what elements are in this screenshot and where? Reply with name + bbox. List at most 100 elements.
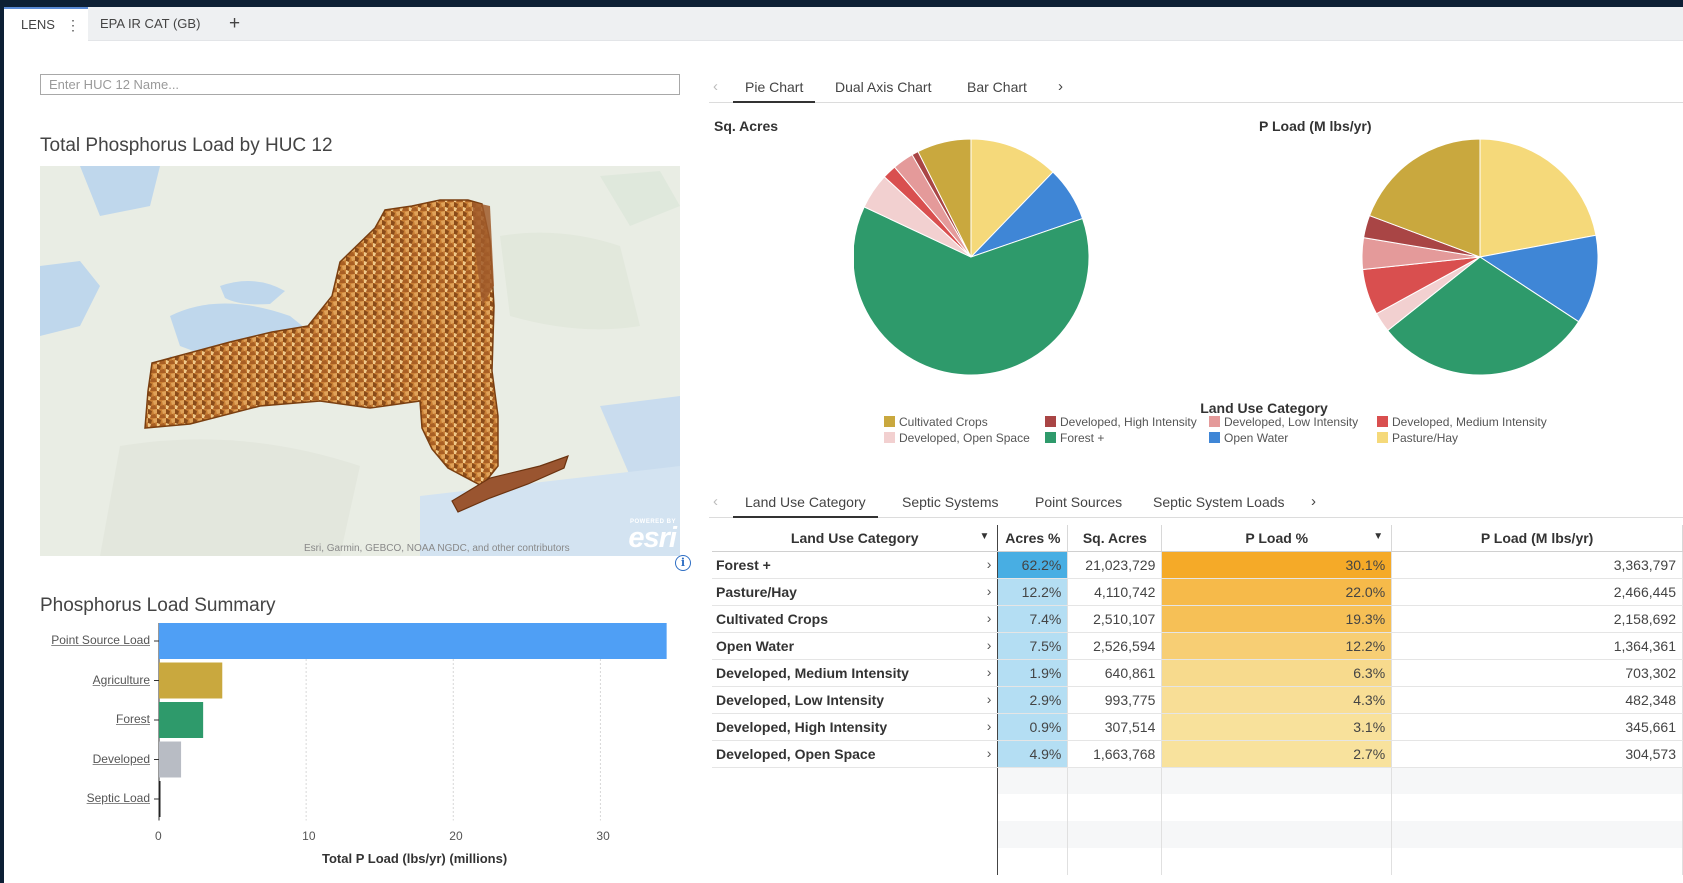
phosphorus-load-bar-chart: Point Source Load Agriculture Forest Develo… <box>40 621 680 883</box>
cell-land-use-category[interactable]: Open Water › <box>712 632 999 660</box>
tab-land-use-category[interactable]: Land Use Category <box>733 488 878 518</box>
cell-land-use-category[interactable]: Forest + › <box>712 551 999 579</box>
table-row[interactable]: Developed, Medium Intensity › 1.9% 640,861 6… <box>712 659 1683 687</box>
pie-charts[interactable] <box>854 132 1674 394</box>
legend-swatch <box>1377 416 1388 427</box>
chart-tabs-next-icon[interactable]: › <box>1058 73 1063 101</box>
bar-category-label[interactable]: Agriculture <box>93 673 150 687</box>
col-header-pload[interactable]: P Load (M lbs/yr) <box>1391 525 1683 552</box>
tab-dual-axis-chart[interactable]: Dual Axis Chart <box>835 73 931 103</box>
chevron-right-icon[interactable]: › <box>987 664 992 680</box>
add-page-icon[interactable]: + <box>229 7 240 41</box>
table-row[interactable]: Forest + › 62.2% 21,023,729 30.1% 3,363,797 <box>712 551 1683 579</box>
legend-item[interactable]: Pasture/Hay <box>1377 431 1458 445</box>
cell-land-use-category[interactable]: Developed, Medium Intensity › <box>712 659 999 687</box>
cell-acres-pct: 2.9% <box>997 686 1069 714</box>
cell-sq-acres: 307,514 <box>1067 713 1163 741</box>
cell-pload-pct: 22.0% <box>1161 578 1393 606</box>
legend-swatch <box>884 416 895 427</box>
cell-pload-pct: 4.3% <box>1161 686 1393 714</box>
col-header-pload-pct[interactable]: P Load % ▼ <box>1161 525 1393 552</box>
legend-item[interactable]: Developed, Medium Intensity <box>1377 415 1547 429</box>
cell-pload: 703,302 <box>1391 659 1683 687</box>
table-row[interactable]: Cultivated Crops › 7.4% 2,510,107 19.3% 2,158… <box>712 605 1683 633</box>
table-row[interactable]: Developed, Open Space › 4.9% 1,663,768 2.7% 3… <box>712 740 1683 768</box>
chevron-right-icon[interactable]: › <box>987 691 992 707</box>
legend-item[interactable]: Developed, High Intensity <box>1045 415 1197 429</box>
bar-category-label[interactable]: Forest <box>116 712 150 726</box>
cell-pload: 482,348 <box>1391 686 1683 714</box>
empty-cell <box>712 848 999 875</box>
cell-sq-acres: 4,110,742 <box>1067 578 1163 606</box>
map-canvas[interactable] <box>40 166 680 556</box>
bar-category-label[interactable]: Developed <box>93 752 150 766</box>
cell-pload-pct: 12.2% <box>1161 632 1393 660</box>
bar-category-label[interactable]: Point Source Load <box>51 633 150 647</box>
chart-tab-bar: ‹ Pie Chart Dual Axis Chart Bar Chart › <box>709 73 1683 103</box>
tab-pie-chart[interactable]: Pie Chart <box>733 73 816 103</box>
data-tabs-next-icon[interactable]: › <box>1311 488 1316 516</box>
empty-cell <box>1391 794 1683 821</box>
tab-septic-system-loads[interactable]: Septic System Loads <box>1153 488 1285 518</box>
bar[interactable] <box>159 623 667 659</box>
chevron-right-icon[interactable]: › <box>987 610 992 626</box>
page-tab-strip: LENS ⋮ EPA IR CAT (GB) + <box>4 7 1683 41</box>
chevron-right-icon[interactable]: › <box>987 583 992 599</box>
category-label: Pasture/Hay <box>716 583 797 600</box>
bar[interactable] <box>159 702 204 738</box>
cell-land-use-category[interactable]: Developed, High Intensity › <box>712 713 999 741</box>
page-tab-epa-ir-cat[interactable]: EPA IR CAT (GB) <box>100 7 200 41</box>
cell-pload-pct: 19.3% <box>1161 605 1393 633</box>
cell-sq-acres: 2,510,107 <box>1067 605 1163 633</box>
cell-land-use-category[interactable]: Pasture/Hay › <box>712 578 999 606</box>
cell-land-use-category[interactable]: Cultivated Crops › <box>712 605 999 633</box>
table-row[interactable]: Developed, High Intensity › 0.9% 307,514 3.1… <box>712 713 1683 741</box>
tab-point-sources[interactable]: Point Sources <box>1035 488 1122 518</box>
huc12-search-input[interactable] <box>40 74 680 95</box>
legend-item[interactable]: Open Water <box>1209 431 1288 445</box>
bar[interactable] <box>159 781 161 817</box>
table-row[interactable]: Pasture/Hay › 12.2% 4,110,742 22.0% 2,466,445 <box>712 578 1683 606</box>
esri-logo[interactable]: POWERED BY esri <box>628 519 677 554</box>
col-header-land-use-category[interactable]: Land Use Category ▼ <box>712 525 999 552</box>
cell-sq-acres: 1,663,768 <box>1067 740 1163 768</box>
info-icon[interactable]: i <box>675 555 691 571</box>
col-header-land-use-category-label: Land Use Category <box>790 529 919 546</box>
table-row[interactable]: Open Water › 7.5% 2,526,594 12.2% 1,364,361 <box>712 632 1683 660</box>
empty-cell <box>1161 767 1393 794</box>
cell-pload: 2,466,445 <box>1391 578 1683 606</box>
chart-tabs-prev-icon[interactable]: ‹ <box>713 73 718 101</box>
sort-down-icon[interactable]: ▼ <box>1373 531 1383 542</box>
sort-down-icon[interactable]: ▼ <box>980 531 990 542</box>
more-options-icon[interactable]: ⋮ <box>66 9 80 41</box>
bar[interactable] <box>159 741 182 778</box>
bar[interactable] <box>159 662 223 699</box>
col-header-sq-acres[interactable]: Sq. Acres <box>1067 525 1163 552</box>
data-tabs-prev-icon[interactable]: ‹ <box>713 488 718 516</box>
tab-bar-chart[interactable]: Bar Chart <box>967 73 1027 103</box>
legend-item[interactable]: Cultivated Crops <box>884 415 988 429</box>
bar-category-label[interactable]: Septic Load <box>87 791 150 805</box>
legend-item[interactable]: Developed, Low Intensity <box>1209 415 1358 429</box>
col-header-acres-pct[interactable]: Acres % <box>997 525 1069 552</box>
empty-cell <box>1391 821 1683 848</box>
chevron-right-icon[interactable]: › <box>987 718 992 734</box>
legend-label: Cultivated Crops <box>899 415 988 429</box>
table-row[interactable]: Developed, Low Intensity › 2.9% 993,775 4.3%… <box>712 686 1683 714</box>
empty-cell <box>712 767 999 794</box>
table-header-row: Land Use Category ▼ Acres % Sq. Acres P L… <box>712 525 1683 552</box>
legend-item[interactable]: Developed, Open Space <box>884 431 1030 445</box>
legend-item[interactable]: Forest + <box>1045 431 1104 445</box>
chevron-right-icon[interactable]: › <box>987 556 992 572</box>
cell-land-use-category[interactable]: Developed, Low Intensity › <box>712 686 999 714</box>
cell-pload: 1,364,361 <box>1391 632 1683 660</box>
cell-land-use-category[interactable]: Developed, Open Space › <box>712 740 999 768</box>
page-tab-lens[interactable]: LENS ⋮ <box>4 7 88 41</box>
huc12-map[interactable]: Esri, Garmin, GEBCO, NOAA NGDC, and othe… <box>40 166 680 556</box>
esri-logo-main: esri <box>628 522 677 554</box>
chevron-right-icon[interactable]: › <box>987 745 992 761</box>
tab-septic-systems[interactable]: Septic Systems <box>902 488 998 518</box>
chevron-right-icon[interactable]: › <box>987 637 992 653</box>
empty-cell <box>1067 767 1163 794</box>
empty-cell <box>1161 821 1393 848</box>
